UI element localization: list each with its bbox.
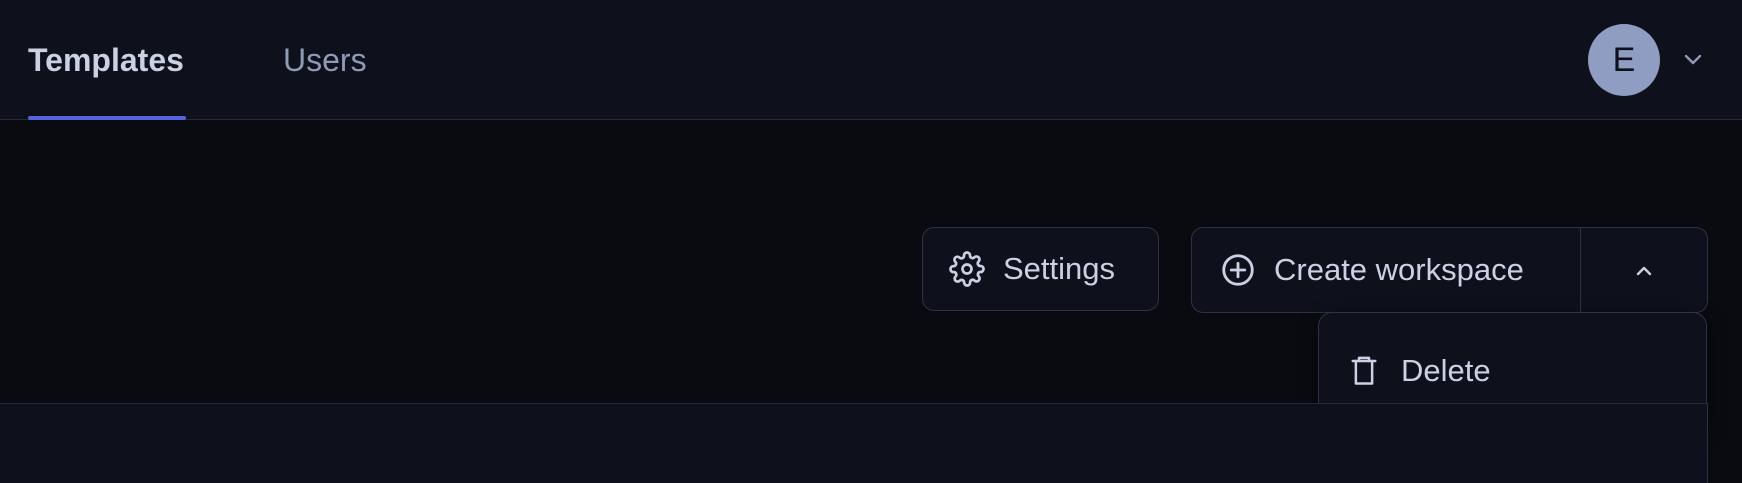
chevron-up-icon: [1635, 264, 1653, 276]
top-nav: Templates Users E: [0, 0, 1742, 120]
active-tab-indicator: [28, 116, 186, 120]
create-workspace-label: Create workspace: [1274, 252, 1524, 287]
tab-users[interactable]: Users: [283, 0, 367, 120]
tab-templates[interactable]: Templates: [28, 0, 184, 120]
create-workspace-button[interactable]: Create workspace: [1191, 227, 1582, 313]
chevron-down-icon[interactable]: [1680, 44, 1706, 76]
tab-users-label: Users: [283, 41, 367, 78]
content-panel: [0, 403, 1708, 483]
plus-circle-icon: [1220, 252, 1256, 288]
trash-icon: [1349, 354, 1379, 388]
settings-button[interactable]: Settings: [922, 227, 1159, 311]
tab-templates-label: Templates: [28, 41, 184, 78]
create-options-toggle[interactable]: [1580, 227, 1708, 313]
avatar[interactable]: E: [1588, 24, 1660, 96]
menu-item-delete-label: Delete: [1401, 353, 1491, 388]
gear-icon: [949, 251, 985, 287]
settings-label: Settings: [1003, 251, 1116, 286]
avatar-initial: E: [1612, 40, 1636, 79]
